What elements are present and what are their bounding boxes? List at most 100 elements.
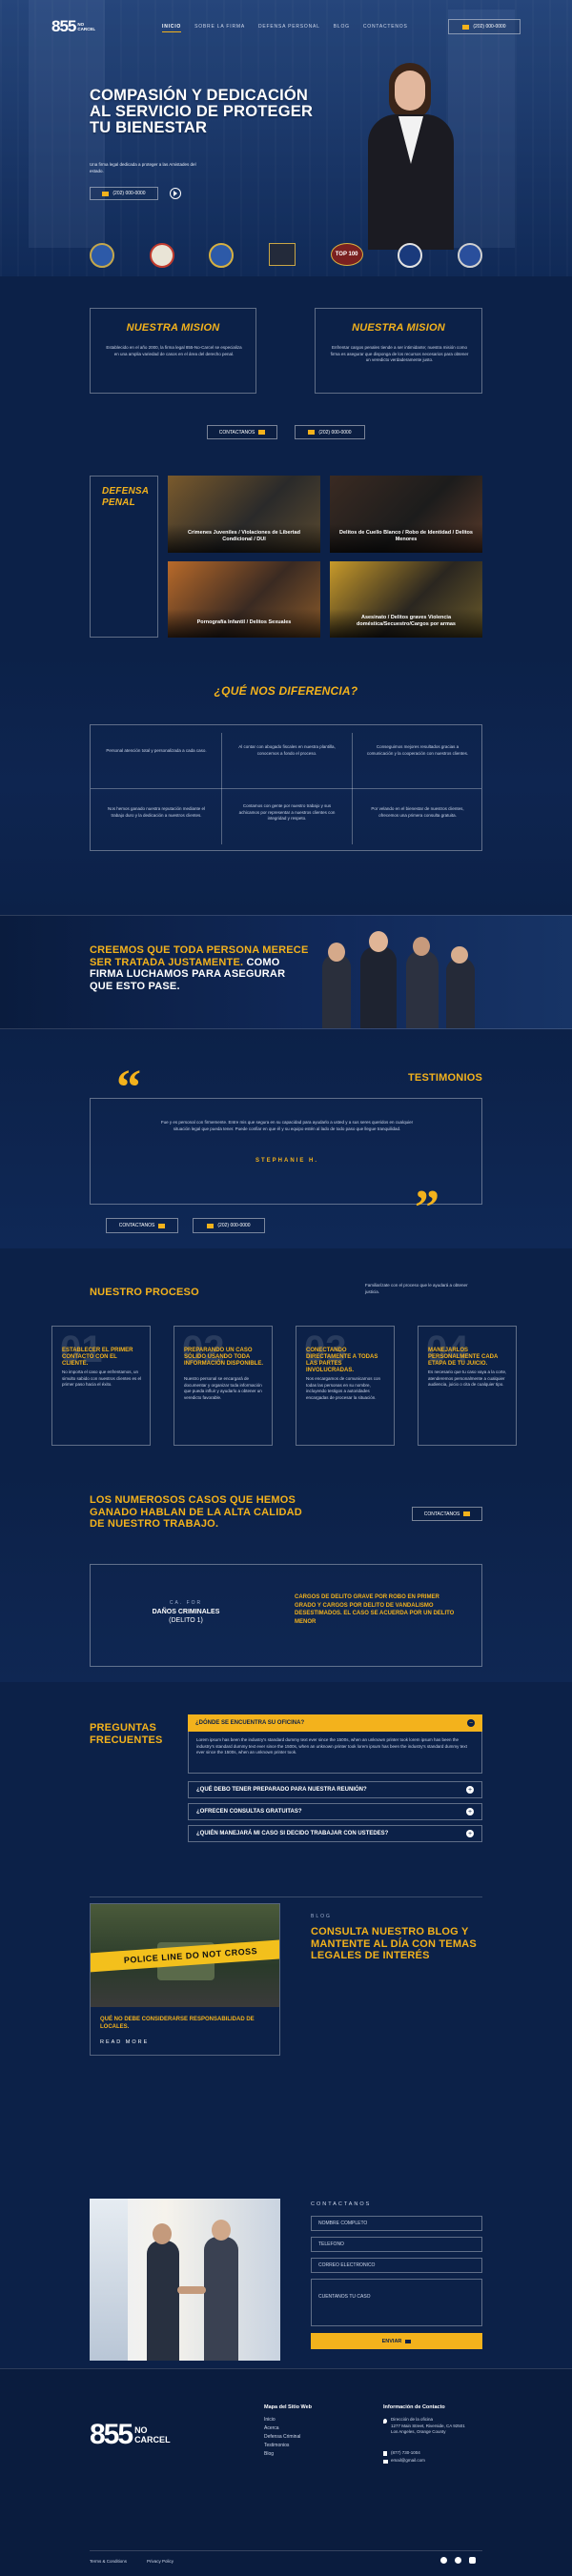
- business-team-image: [303, 925, 484, 1028]
- testimonials-contact-button[interactable]: CONTACTANOS: [106, 1218, 178, 1233]
- instagram-icon[interactable]: [469, 2557, 476, 2564]
- difference-item-6: Por velando en el bienestar de nuestros …: [371, 806, 464, 818]
- process-step-1: 01 ESTABLECER EL PRIMER CONTACTO CON EL …: [51, 1326, 151, 1446]
- cases-section: LOS NUMEROSOS CASOS QUE HEMOS GANADO HAB…: [0, 1472, 572, 1682]
- case-field[interactable]: CUENTANOS TU CASO: [311, 2279, 482, 2326]
- phone-field[interactable]: TELEFONO: [311, 2237, 482, 2252]
- process-intro: Familiarízate con el proceso que le ayud…: [365, 1283, 468, 1294]
- defense-tile-1-label: Crimenes Juveniles / Violaciones de Libe…: [188, 530, 300, 542]
- blog-card-image: POLICE LINE DO NOT CROSS: [91, 1904, 279, 2007]
- banner-line-2-white: COMO: [243, 956, 280, 968]
- hero-text: Una firma legal dedicada a proteger a la…: [90, 162, 196, 173]
- case-name: DAÑOS CRIMINALES: [152, 1609, 220, 1615]
- difference-item-4: Nos hemos ganado nuestra reputación medi…: [107, 806, 206, 818]
- contact-title: CONTACTANOS: [311, 2201, 372, 2207]
- footer: 855 NO CARCEL Mapa del Sitio Web Inicio …: [0, 2368, 572, 2576]
- difference-item-5: Contamos con gente por nuestro trabajo y…: [238, 803, 336, 821]
- sitemap-link-testimonios[interactable]: Testimonios: [264, 2443, 300, 2448]
- contact-info-title: Información de Contacto: [383, 2404, 445, 2410]
- difference-item-1: Personal atención total y personalizada …: [106, 748, 207, 753]
- phone-icon: [102, 191, 110, 196]
- logo-sub-2: CARCEL: [77, 27, 96, 31]
- sitemap-link-inicio[interactable]: Inicio: [264, 2417, 300, 2423]
- mission-phone-button[interactable]: (202) 000-0000: [295, 425, 365, 439]
- nav-item-sobre[interactable]: SOBRE LA FIRMA: [194, 24, 245, 32]
- testimonial-author: STEPHANIE H.: [255, 1158, 318, 1164]
- police-tape-text: POLICE LINE DO NOT CROSS: [123, 1946, 258, 1965]
- mission-right-text: Enfrentar cargos penales tiende a ser in…: [330, 345, 469, 362]
- defense-tile-1[interactable]: Crimenes Juveniles / Violaciones de Libe…: [168, 476, 320, 553]
- sitemap-link-acerca[interactable]: Acerca: [264, 2425, 300, 2431]
- faq-open-question: ¿DÓNDE SE ENCUENTRA SU OFICINA?: [195, 1720, 305, 1726]
- faq-section: PREGUNTAS FRECUENTES ¿DÓNDE SE ENCUENTRA…: [0, 1682, 572, 1901]
- faq-open-item[interactable]: ¿DÓNDE SE ENCUENTRA SU OFICINA? −: [188, 1714, 482, 1732]
- award-badges: TOP 100: [90, 243, 482, 268]
- header-phone-button[interactable]: (202) 000-0000: [448, 19, 521, 34]
- nav-item-inicio[interactable]: INICIO: [162, 24, 182, 32]
- quote-close-icon: ”: [415, 1181, 439, 1235]
- mission-section: NUESTRA MISION Establecido en el año 200…: [0, 276, 572, 453]
- process-section: NUESTRO PROCESO Familiarízate con el pro…: [0, 1248, 572, 1472]
- footer-phone[interactable]: (877) 730-1004: [391, 2450, 420, 2455]
- facebook-icon[interactable]: [440, 2557, 447, 2564]
- phone-icon: [207, 1223, 214, 1228]
- location-icon: [383, 2419, 387, 2424]
- submit-button[interactable]: ENVIAR: [311, 2333, 482, 2349]
- testimonials-phone-button[interactable]: (202) 000-0000: [193, 1218, 265, 1233]
- phone-icon: [383, 2451, 387, 2456]
- name-field-label: NOMBRE COMPLETO: [318, 2221, 368, 2226]
- logo[interactable]: 855 NO CARCEL: [51, 17, 95, 36]
- faq-item-3[interactable]: ¿QUIÉN MANEJARÁ MI CASO SI DECIDO TRABAJ…: [188, 1825, 482, 1842]
- faq-question-3: ¿QUIÉN MANEJARÁ MI CASO SI DECIDO TRABAJ…: [196, 1831, 389, 1836]
- minus-icon: −: [467, 1719, 475, 1727]
- mission-card-left: NUESTRA MISION Establecido en el año 200…: [90, 308, 256, 394]
- hero-phone-button[interactable]: (202) 000-0000: [90, 187, 158, 200]
- mission-contact-button[interactable]: CONTACTANOS: [207, 425, 277, 439]
- process-step-3-text: Nos encargamos de comunicarnos con todas…: [306, 1376, 381, 1400]
- difference-item-2: Al contar con abogado fiscales en nuestr…: [238, 744, 336, 756]
- hero-section: 855 NO CARCEL INICIO SOBRE LA FIRMA DEFE…: [0, 0, 572, 276]
- award-badge-6: [398, 243, 423, 268]
- defense-tile-2[interactable]: Delitos de Cuello Blanco / Robo de Ident…: [330, 476, 482, 553]
- process-step-4-text: Es necesario que tu caso vaya a la corte…: [428, 1369, 507, 1387]
- testimonials-section: TESTIMONIOS “ Fue y es personal con firm…: [0, 1029, 572, 1248]
- privacy-link[interactable]: Privacy Policy: [147, 2559, 174, 2564]
- defense-tile-4-label: Asesinato / Delitos graves Violencia dom…: [357, 615, 456, 627]
- testimonial-text: Fue y es personal con firmemente. Entre …: [160, 1120, 414, 1131]
- process-step-1-title: ESTABLECER EL PRIMER CONTACTO CON EL CLI…: [62, 1348, 133, 1367]
- sitemap-link-defensa[interactable]: Defensa Criminal: [264, 2434, 300, 2440]
- mail-icon: [463, 1511, 471, 1516]
- process-step-2-title: PREPARANDO UN CASO SÓLIDO USANDO TODA IN…: [184, 1348, 264, 1367]
- cases-contact-button[interactable]: CONTACTANOS: [412, 1507, 482, 1521]
- defense-label-1: DEFENSA: [102, 486, 150, 497]
- mail-icon: [158, 1223, 166, 1228]
- blog-read-more[interactable]: READ MORE: [100, 2039, 149, 2045]
- defense-tile-3[interactable]: Pornografía Infantil / Delitos Sexuales: [168, 561, 320, 638]
- testimonials-title: TESTIMONIOS: [408, 1072, 482, 1084]
- difference-section: ¿QUÉ NOS DIFERENCIA? Personal atención t…: [0, 653, 572, 915]
- award-badge-2: [149, 243, 174, 268]
- name-field[interactable]: NOMBRE COMPLETO: [311, 2216, 482, 2231]
- footer-logo[interactable]: 855 NO CARCEL: [90, 2419, 171, 2451]
- footer-email[interactable]: email@gmail.com: [391, 2458, 425, 2463]
- sitemap-link-blog[interactable]: Blog: [264, 2451, 300, 2457]
- email-field[interactable]: CORREO ELECTRONICO: [311, 2258, 482, 2273]
- hero-play-button[interactable]: [170, 188, 181, 199]
- defense-label-box: DEFENSA PENAL: [90, 476, 158, 638]
- nav-item-blog[interactable]: BLOG: [334, 24, 350, 32]
- blog-card[interactable]: POLICE LINE DO NOT CROSS QUÉ NO DEBE CON…: [90, 1903, 280, 2056]
- faq-item-2[interactable]: ¿OFRECEN CONSULTAS GRATUITAS? +: [188, 1803, 482, 1820]
- award-badge-4: [268, 243, 296, 266]
- terms-link[interactable]: Terms & Conditions: [90, 2559, 127, 2564]
- twitter-icon[interactable]: [455, 2557, 461, 2564]
- defense-tile-4[interactable]: Asesinato / Delitos graves Violencia dom…: [330, 561, 482, 638]
- blog-post-title[interactable]: QUÉ NO DEBE CONSIDERARSE RESPONSABILIDAD…: [100, 2016, 272, 2031]
- process-step-4: 04 MANEJARLOS PERSONALMENTE CADA ETAPA D…: [418, 1326, 517, 1446]
- email-field-label: CORREO ELECTRONICO: [318, 2262, 376, 2268]
- case-kicker: CA. FOR: [169, 1600, 203, 1606]
- main-nav: INICIO SOBRE LA FIRMA DEFENSA PERSONAL B…: [162, 24, 408, 32]
- nav-item-defensa[interactable]: DEFENSA PERSONAL: [258, 24, 320, 32]
- faq-open-answer: Lorem ipsum has been the industry's stan…: [196, 1737, 467, 1755]
- nav-item-contactenos[interactable]: CONTACTENOS: [363, 24, 408, 32]
- faq-item-1[interactable]: ¿QUÉ DEBO TENER PREPARADO PARA NUESTRA R…: [188, 1781, 482, 1798]
